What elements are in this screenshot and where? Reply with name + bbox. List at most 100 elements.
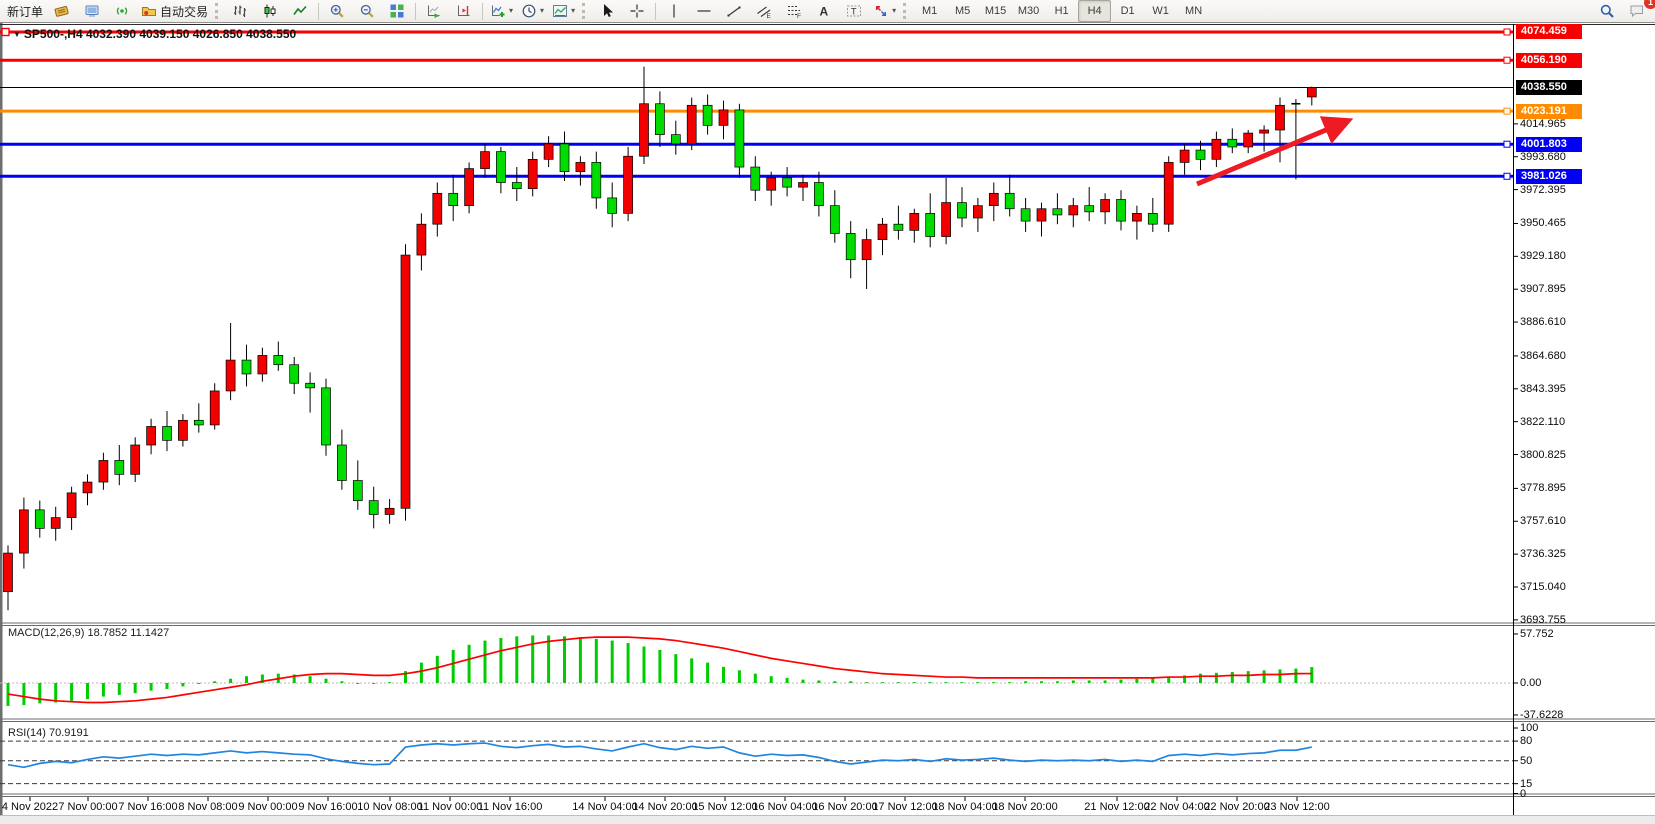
timeframe-m5[interactable]: M5	[946, 0, 979, 22]
symbol-title-text: SP500-,H4 4032.390 4039.150 4026.850 403…	[24, 27, 296, 41]
terminal-button[interactable]	[77, 0, 107, 22]
notification-badge: 1	[1644, 0, 1655, 9]
candle-body	[528, 159, 537, 188]
auto-trading-button[interactable]: 自动交易	[137, 0, 212, 22]
candle-body	[226, 360, 235, 391]
current-price-badge: 4038.550	[1516, 80, 1582, 95]
macd-histogram-bar	[213, 681, 216, 683]
svg-text:T: T	[851, 7, 857, 17]
terminal-icon	[84, 3, 100, 19]
macd-histogram-bar	[452, 650, 455, 683]
cursor-button[interactable]	[592, 0, 622, 22]
bar-chart-button[interactable]	[225, 0, 255, 22]
chat-button[interactable]: 1	[1622, 0, 1652, 22]
trendline-button[interactable]	[719, 0, 749, 22]
candle-body	[1307, 87, 1316, 97]
line-chart-button[interactable]	[285, 0, 315, 22]
vertical-line-button[interactable]	[659, 0, 689, 22]
time-axis-label: 16 Nov 04:00	[752, 801, 817, 813]
toolbar-grip	[582, 3, 588, 19]
timeframe-m1[interactable]: M1	[913, 0, 946, 22]
crosshair-button[interactable]	[622, 0, 652, 22]
timeframe-h1[interactable]: H1	[1045, 0, 1078, 22]
signal-icon	[114, 3, 130, 19]
equidistant-channel-button[interactable]: E	[749, 0, 779, 22]
tile-windows-button[interactable]	[382, 0, 412, 22]
chevron-down-icon[interactable]: ▾	[509, 7, 513, 15]
macd-histogram-bar	[992, 682, 995, 683]
timeframe-m15[interactable]: M15	[979, 0, 1012, 22]
price-axis-tick: 3864.680	[1520, 350, 1566, 362]
chevron-down-icon[interactable]: ▾	[571, 7, 575, 15]
timeframe-d1[interactable]: D1	[1111, 0, 1144, 22]
fibonacci-button[interactable]: F	[779, 0, 809, 22]
horizontal-line-object[interactable]	[0, 108, 1513, 114]
macd-histogram-bar	[197, 683, 200, 684]
macd-histogram-bar	[468, 645, 471, 683]
candle-body	[989, 193, 998, 205]
candlestick-chart-button[interactable]	[255, 0, 285, 22]
signals-button[interactable]	[107, 0, 137, 22]
zoom-in-button[interactable]	[322, 0, 352, 22]
timeframe-w1[interactable]: W1	[1144, 0, 1177, 22]
svg-text:E: E	[767, 13, 772, 19]
chart-canvas[interactable]	[0, 0, 1655, 824]
new-order-button[interactable]: 新订单	[3, 0, 47, 22]
chart-shift-button[interactable]	[449, 0, 479, 22]
time-axis-label: 14 Nov 20:00	[632, 801, 697, 813]
macd-histogram-bar	[547, 635, 550, 683]
arrows-icon	[873, 3, 889, 19]
macd-histogram-bar	[86, 683, 89, 699]
templates-button[interactable]: ▾	[548, 0, 579, 22]
timeframe-m15-label: M15	[985, 5, 1006, 17]
indicators-button[interactable]: ▾	[486, 0, 517, 22]
auto-scroll-button[interactable]	[419, 0, 449, 22]
candle-body	[147, 426, 156, 445]
timeframe-m30[interactable]: M30	[1012, 0, 1045, 22]
time-axis-label: 10 Nov 08:00	[357, 801, 422, 813]
price-axis-tick: 3972.395	[1520, 184, 1566, 196]
macd-histogram-bar	[420, 663, 423, 683]
candle-body	[1196, 150, 1205, 159]
price-list-icon	[54, 3, 70, 19]
horizontal-line-button[interactable]	[689, 0, 719, 22]
macd-histogram-bar	[1056, 681, 1059, 683]
periods-button[interactable]: ▾	[517, 0, 548, 22]
zoom-out-button[interactable]	[352, 0, 382, 22]
candle-body	[337, 445, 346, 481]
candle-body	[401, 255, 410, 508]
time-axis-label: 22 Nov 04:00	[1144, 801, 1209, 813]
macd-histogram-bar	[1199, 674, 1202, 683]
chevron-down-icon[interactable]: ▾	[540, 7, 544, 15]
text-label-button[interactable]: T	[839, 0, 869, 22]
price-axis-tick: 3715.040	[1520, 581, 1566, 593]
macd-histogram-bar	[70, 683, 73, 701]
timeframe-m1-label: M1	[922, 5, 937, 17]
collapse-triangle-icon[interactable]: ▼	[13, 30, 21, 39]
candle-body	[767, 178, 776, 190]
time-axis-label: 9 Nov 00:00	[238, 801, 297, 813]
chevron-down-icon[interactable]: ▾	[892, 7, 896, 15]
candle-body	[973, 206, 982, 218]
text-button[interactable]: A	[809, 0, 839, 22]
candle-body	[433, 193, 442, 224]
timeframe-w1-label: W1	[1152, 5, 1169, 17]
time-axis-label: 18 Nov 20:00	[992, 801, 1057, 813]
candle-body	[67, 493, 76, 518]
arrows-button[interactable]: ▾	[869, 0, 900, 22]
timeframe-mn[interactable]: MN	[1177, 0, 1210, 22]
macd-scale-label: -37.6228	[1520, 709, 1563, 721]
macd-histogram-bar	[722, 667, 725, 683]
price-list-button[interactable]	[47, 0, 77, 22]
window-left-edge	[0, 23, 3, 815]
timeframe-h4[interactable]: H4	[1078, 0, 1111, 22]
timeframe-h1-label: H1	[1055, 5, 1069, 17]
candle-body	[1212, 139, 1221, 159]
search-button[interactable]	[1592, 0, 1622, 22]
horizontal-line-object[interactable]	[0, 57, 1513, 63]
price-axis-tick: 3950.465	[1520, 217, 1566, 229]
candle-body	[306, 383, 315, 388]
candle-body	[894, 224, 903, 230]
rsi-scale-label: 0	[1520, 788, 1526, 800]
auto-scroll-icon	[426, 3, 442, 19]
